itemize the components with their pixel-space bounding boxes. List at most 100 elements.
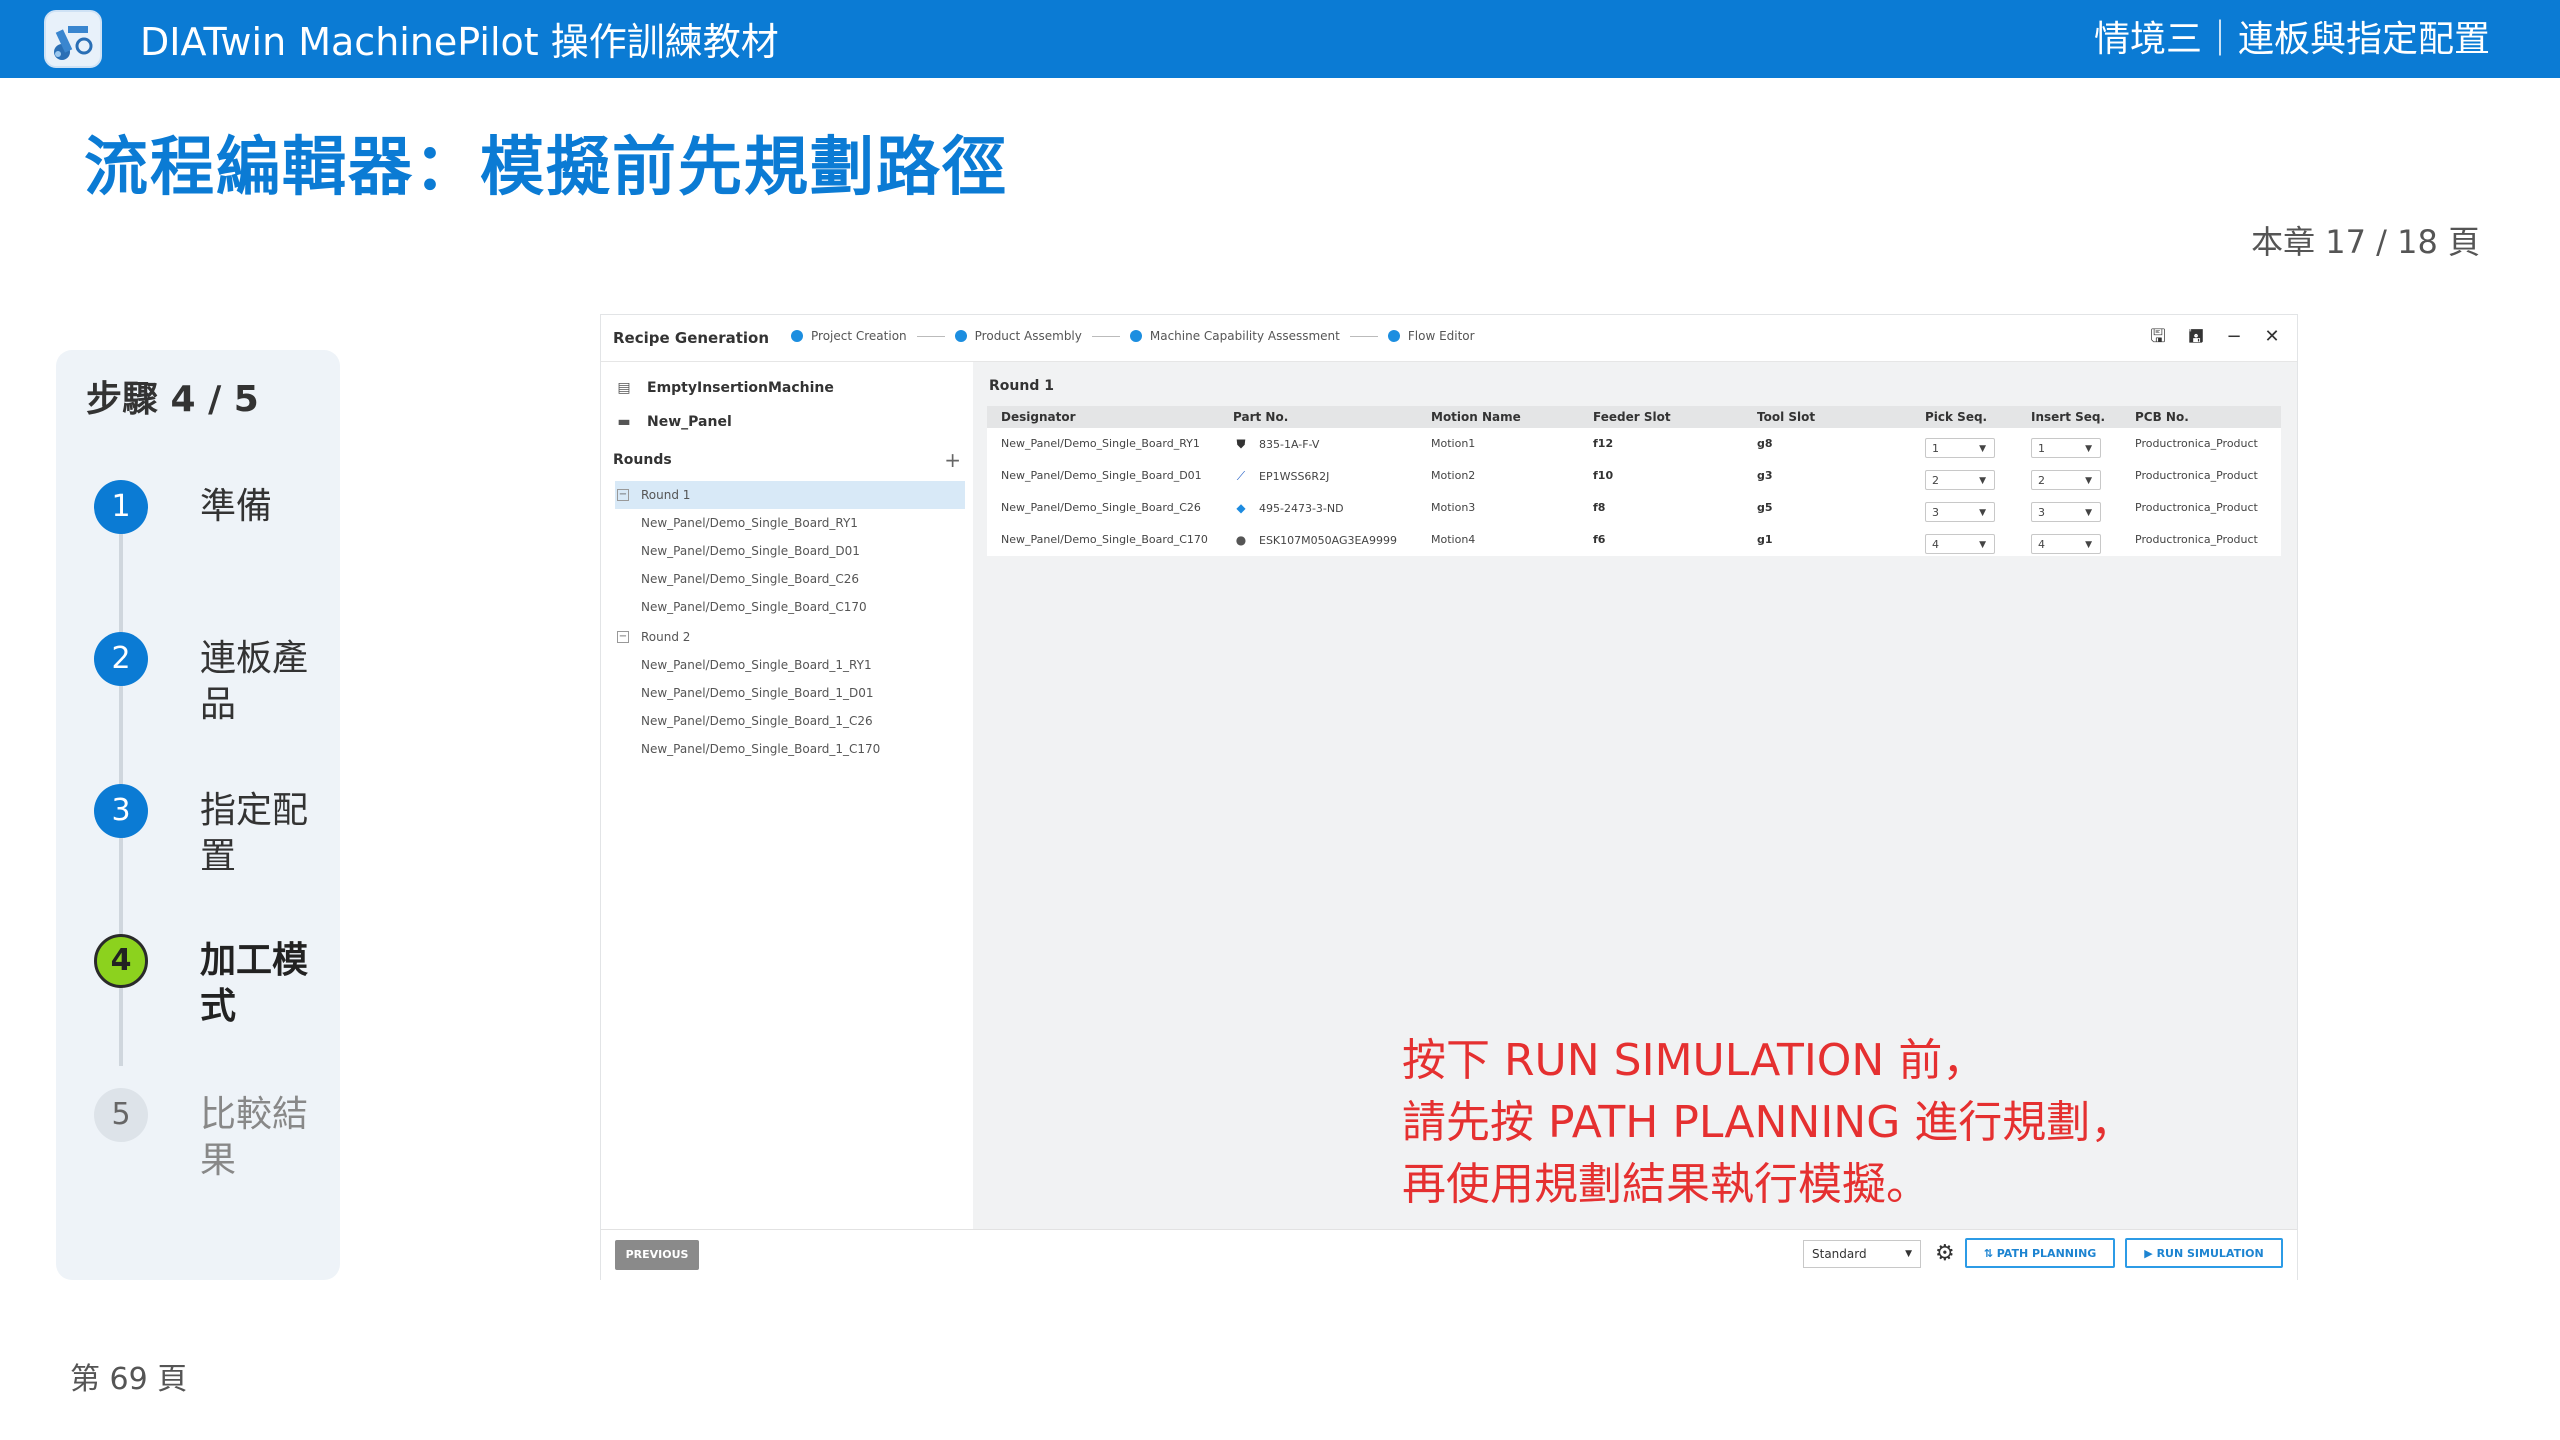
tree-item[interactable]: New_Panel/Demo_Single_Board_D01: [615, 537, 965, 565]
annotation-line: 再使用規劃結果執行模擬。: [1402, 1159, 1930, 1210]
column-header: PCB No.: [2135, 410, 2189, 424]
tree-label: New_Panel/Demo_Single_Board_1_C170: [641, 742, 881, 756]
pick-seq-select[interactable]: 1 ▼: [1925, 438, 1995, 458]
dropdown-caret-icon: ▼: [2085, 540, 2092, 550]
tree-round-2[interactable]: − Round 2: [615, 623, 965, 651]
panel-item[interactable]: ▬ New_Panel: [613, 410, 731, 434]
wizard-step-flow-editor[interactable]: Flow Editor: [1387, 329, 1475, 343]
tree-item[interactable]: New_Panel/Demo_Single_Board_1_RY1: [615, 651, 965, 679]
insert-seq-select[interactable]: 2 ▼: [2031, 470, 2101, 490]
page-number: 第 69 頁: [70, 1362, 188, 1397]
steps-title: 步驟 4 / 5: [86, 379, 259, 420]
select-value: 3: [1932, 506, 1939, 519]
column-header: Insert Seq.: [2031, 410, 2106, 424]
motion-cell: Motion2: [1431, 469, 1476, 482]
part-cell: ◆ 495-2473-3-ND: [1233, 492, 1344, 525]
step-dot-icon: [1129, 330, 1142, 342]
motion-cell: Motion3: [1431, 501, 1476, 514]
button-label: PATH PLANNING: [1996, 1247, 2097, 1260]
path-planning-button[interactable]: ⇅ PATH PLANNING: [1965, 1238, 2115, 1268]
insert-seq-select[interactable]: 3 ▼: [2031, 502, 2101, 522]
window-header: Recipe Generation Project Creation Produ…: [601, 315, 2297, 362]
wizard-connector: [1091, 335, 1120, 337]
annotation-line: 請先按 PATH PLANNING 進行規劃，: [1402, 1097, 2135, 1148]
pcb-cell: Productronica_Product: [2135, 533, 2258, 546]
pick-seq-select[interactable]: 4 ▼: [1925, 534, 1995, 554]
step-label: 連板產品: [200, 638, 309, 725]
save-as-icon[interactable]: 🖪: [2185, 327, 2207, 347]
step-1: 1 準備: [94, 480, 334, 540]
tree-label: Round 1: [641, 488, 691, 502]
button-label: RUN SIMULATION: [2156, 1247, 2264, 1260]
machine-item[interactable]: ▤ EmptyInsertionMachine: [613, 376, 834, 400]
part-cell: ● ESK107M050AG3EA9999: [1233, 524, 1397, 557]
minimize-icon[interactable]: −: [2223, 327, 2245, 347]
tree-round-1[interactable]: − Round 1: [615, 481, 965, 509]
step-3: 3 指定配置: [94, 784, 334, 877]
step-dot-icon: [954, 330, 967, 342]
dropdown-caret-icon: ▼: [1979, 508, 1986, 518]
close-icon[interactable]: ✕: [2261, 327, 2283, 347]
machine-name: EmptyInsertionMachine: [647, 380, 834, 396]
insert-seq-select[interactable]: 1 ▼: [2031, 438, 2101, 458]
pick-seq-select[interactable]: 3 ▼: [1925, 502, 1995, 522]
machine-icon: ▤: [617, 380, 631, 396]
insert-seq-select[interactable]: 4 ▼: [2031, 534, 2101, 554]
tree-item[interactable]: New_Panel/Demo_Single_Board_1_C170: [615, 735, 965, 763]
collapse-icon[interactable]: −: [617, 489, 629, 501]
feeder-cell: f10: [1593, 469, 1614, 482]
pcb-cell: Productronica_Product: [2135, 437, 2258, 450]
insert-seq-cell: 3 ▼: [2031, 492, 2101, 524]
step-label: 準備: [200, 486, 273, 527]
tree-item[interactable]: New_Panel/Demo_Single_Board_C26: [615, 565, 965, 593]
pick-seq-cell: 2 ▼: [1925, 460, 1995, 492]
app-title: DIATwin MachinePilot 操作訓練教材: [140, 20, 779, 64]
pick-seq-select[interactable]: 2 ▼: [1925, 470, 1995, 490]
panel-icon: ▬: [617, 414, 631, 430]
motion-cell: Motion4: [1431, 533, 1476, 546]
instruction-annotation: 按下 RUN SIMULATION 前， 請先按 PATH PLANNING 進…: [1402, 1030, 2134, 1216]
select-value: 4: [2038, 538, 2045, 551]
part-no: 495-2473-3-ND: [1259, 502, 1344, 515]
mode-value: Standard: [1812, 1247, 1867, 1261]
tree-item[interactable]: New_Panel/Demo_Single_Board_C170: [615, 593, 965, 621]
capacitor-part-icon: ◆: [1236, 501, 1246, 515]
wizard-connector: [1349, 335, 1378, 337]
table-row[interactable]: New_Panel/Demo_Single_Board_RY1 ⛊ 835-1A-…: [987, 428, 2281, 460]
select-value: 1: [1932, 442, 1939, 455]
add-round-icon[interactable]: +: [944, 448, 961, 472]
mode-select[interactable]: Standard ▼: [1803, 1240, 1921, 1268]
collapse-icon[interactable]: −: [617, 631, 629, 643]
diode-part-icon: ⟋: [1236, 469, 1246, 483]
table-row[interactable]: New_Panel/Demo_Single_Board_C170 ● ESK107…: [987, 524, 2281, 556]
wizard-step-project-creation[interactable]: Project Creation: [791, 329, 907, 343]
step-number: 1: [94, 480, 148, 534]
step-number: 3: [94, 784, 148, 838]
part-no: EP1WSS6R2J: [1259, 470, 1330, 483]
chapter-page-counter: 本章 17 / 18 頁: [2251, 223, 2480, 261]
part-no: ESK107M050AG3EA9999: [1259, 534, 1397, 547]
steps-panel: 步驟 4 / 5 1 準備 2 連板產品 3 指定配置 4 加工模式 5 比較結…: [56, 350, 340, 1280]
run-simulation-button[interactable]: ▶ RUN SIMULATION: [2125, 1238, 2283, 1268]
tool-cell: g5: [1757, 501, 1773, 514]
part-cell: ⟋ EP1WSS6R2J: [1233, 460, 1330, 493]
tree-item[interactable]: New_Panel/Demo_Single_Board_1_D01: [615, 679, 965, 707]
tree-label: New_Panel/Demo_Single_Board_C26: [641, 572, 860, 586]
wizard-step-label: Project Creation: [811, 329, 907, 343]
top-bar: DIATwin MachinePilot 操作訓練教材 情境三｜連板與指定配置: [0, 0, 2560, 78]
previous-button[interactable]: PREVIOUS: [615, 1240, 699, 1270]
dropdown-caret-icon: ▼: [2085, 444, 2092, 454]
path-icon: ⇅: [1983, 1247, 1997, 1260]
wizard-step-machine-capability[interactable]: Machine Capability Assessment: [1129, 329, 1340, 343]
table-row[interactable]: New_Panel/Demo_Single_Board_C26 ◆ 495-247…: [987, 492, 2281, 524]
table-row[interactable]: New_Panel/Demo_Single_Board_D01 ⟋ EP1WSS6…: [987, 460, 2281, 492]
step-number: 2: [94, 632, 148, 686]
wizard-step-product-assembly[interactable]: Product Assembly: [954, 329, 1082, 343]
save-icon[interactable]: 🖫: [2147, 327, 2169, 347]
tree-item[interactable]: New_Panel/Demo_Single_Board_RY1: [615, 509, 965, 537]
designator-cell: New_Panel/Demo_Single_Board_D01: [1001, 469, 1202, 482]
column-header: Designator: [1001, 410, 1076, 424]
gear-icon[interactable]: ⚙: [1935, 1242, 1955, 1266]
tool-cell: g1: [1757, 533, 1773, 546]
tree-item[interactable]: New_Panel/Demo_Single_Board_1_C26: [615, 707, 965, 735]
